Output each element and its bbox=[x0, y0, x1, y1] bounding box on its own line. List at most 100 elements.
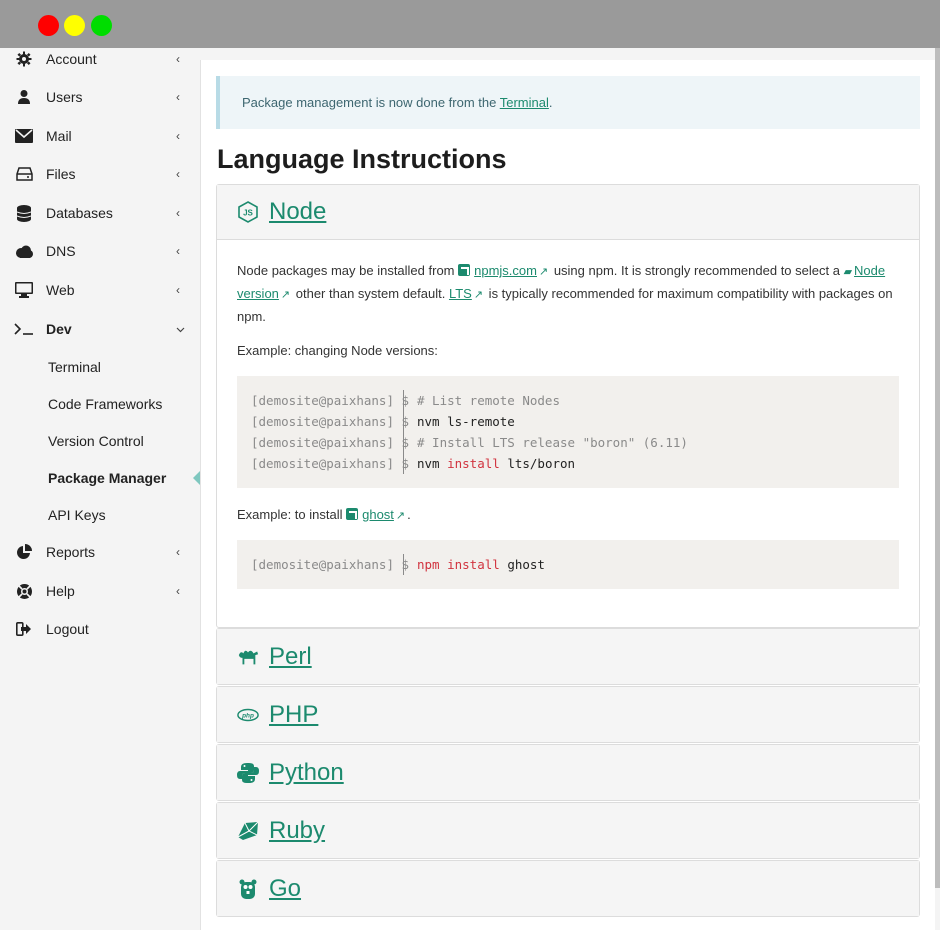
minimize-window-button[interactable] bbox=[64, 15, 85, 36]
code-prompt: [demosite@paixhans] $ bbox=[251, 414, 410, 429]
sidebar-item-label: Logout bbox=[46, 621, 89, 637]
sidebar-subitem-terminal[interactable]: Terminal bbox=[0, 350, 200, 384]
main-content: Package management is now done from the … bbox=[200, 60, 935, 930]
code-separator bbox=[403, 554, 404, 575]
panel-python: Python bbox=[216, 744, 920, 801]
code-line: nvm ls-remote bbox=[417, 414, 515, 429]
panel-python-title[interactable]: Python bbox=[269, 759, 344, 787]
maximize-window-button[interactable] bbox=[91, 15, 112, 36]
sidebar-item-reports[interactable]: Reports ‹ bbox=[0, 535, 200, 569]
terminal-icon bbox=[14, 319, 34, 339]
panel-go-title[interactable]: Go bbox=[269, 875, 301, 903]
code-commands: # List remote Nodes nvm ls-remote # Inst… bbox=[417, 390, 688, 474]
code-line: # List remote Nodes bbox=[417, 393, 560, 408]
chevron-left-icon: ‹ bbox=[176, 545, 180, 559]
database-icon bbox=[14, 203, 34, 223]
panel-ruby-header[interactable]: Ruby bbox=[217, 803, 919, 858]
code-prompt: [demosite@paixhans] $ bbox=[251, 557, 410, 572]
cloud-icon bbox=[14, 241, 34, 261]
chevron-left-icon: ‹ bbox=[176, 584, 180, 598]
panel-go-header[interactable]: Go bbox=[217, 861, 919, 916]
panel-node: JS Node Node packages may be installed f… bbox=[216, 184, 920, 628]
sidebar-item-web[interactable]: Web ‹ bbox=[0, 273, 200, 307]
panel-php-title[interactable]: PHP bbox=[269, 701, 318, 729]
sidebar-subitem-label: Package Manager bbox=[48, 470, 167, 486]
svg-text:php: php bbox=[241, 712, 254, 719]
code-prompt: [demosite@paixhans] $ bbox=[251, 393, 410, 408]
gem-icon bbox=[237, 820, 259, 842]
sidebar-item-account[interactable]: Account ‹ bbox=[0, 42, 200, 76]
panel-ruby-title[interactable]: Ruby bbox=[269, 817, 325, 845]
page-title: Language Instructions bbox=[217, 144, 507, 174]
chevron-left-icon: ‹ bbox=[176, 206, 180, 220]
sidebar: Account ‹ Users ‹ Mail ‹ Files ‹ Databas… bbox=[0, 48, 200, 930]
sidebar-item-label: Dev bbox=[46, 321, 72, 337]
chevron-left-icon: ‹ bbox=[176, 283, 180, 297]
monitor-icon bbox=[14, 280, 34, 300]
gear-icon bbox=[14, 49, 34, 69]
nodejs-icon: JS bbox=[237, 201, 259, 223]
sidebar-subitem-package-manager[interactable]: Package Manager bbox=[0, 461, 200, 495]
sidebar-item-users[interactable]: Users ‹ bbox=[0, 80, 200, 114]
chevron-left-icon: ‹ bbox=[176, 129, 180, 143]
external-link-icon: ↗ bbox=[280, 289, 291, 301]
code-commands: npm install ghost bbox=[417, 554, 545, 575]
sidebar-item-label: Account bbox=[46, 51, 97, 67]
envelope-icon bbox=[14, 126, 34, 146]
example-label: Example: to install ghost ↗. bbox=[237, 504, 411, 527]
panel-perl-title[interactable]: Perl bbox=[269, 643, 312, 671]
external-link-icon: ↗ bbox=[538, 266, 549, 278]
close-window-button[interactable] bbox=[38, 15, 59, 36]
sidebar-item-dev[interactable]: Dev bbox=[0, 312, 200, 346]
sidebar-item-help[interactable]: Help ‹ bbox=[0, 574, 200, 608]
sidebar-subitem-code-frameworks[interactable]: Code Frameworks bbox=[0, 387, 200, 421]
php-icon: php bbox=[237, 704, 259, 726]
code-prompts: [demosite@paixhans] $ [demosite@paixhans… bbox=[251, 390, 409, 474]
external-link-icon: ↗ bbox=[395, 510, 406, 522]
example-label: Example: changing Node versions: bbox=[237, 343, 438, 358]
sidebar-item-label: Web bbox=[46, 282, 75, 298]
code-block-install-ghost: [demosite@paixhans] $ npm install ghost bbox=[237, 540, 899, 589]
panel-go: Go bbox=[216, 860, 920, 917]
camel-icon bbox=[237, 646, 259, 668]
chevron-down-icon bbox=[176, 322, 185, 336]
code-separator bbox=[403, 390, 404, 474]
python-icon bbox=[237, 762, 259, 784]
chevron-left-icon: ‹ bbox=[176, 90, 180, 104]
sidebar-item-mail[interactable]: Mail ‹ bbox=[0, 119, 200, 153]
npmjs-link[interactable]: npmjs.com bbox=[474, 263, 537, 278]
sidebar-item-databases[interactable]: Databases ‹ bbox=[0, 196, 200, 230]
chevron-left-icon: ‹ bbox=[176, 52, 180, 66]
code-prompts: [demosite@paixhans] $ bbox=[251, 554, 409, 575]
sidebar-item-files[interactable]: Files ‹ bbox=[0, 157, 200, 191]
panel-perl-header[interactable]: Perl bbox=[217, 629, 919, 684]
alert-text: Package management is now done from the … bbox=[242, 95, 553, 110]
svg-text:JS: JS bbox=[243, 209, 253, 218]
sidebar-subitem-label: Version Control bbox=[48, 433, 144, 449]
sidebar-item-logout[interactable]: Logout bbox=[0, 612, 200, 646]
panel-ruby: Ruby bbox=[216, 802, 920, 859]
external-link-square-icon bbox=[346, 508, 359, 520]
pie-chart-icon bbox=[14, 542, 34, 562]
sidebar-item-dns[interactable]: DNS ‹ bbox=[0, 234, 200, 268]
book-icon: ▰ bbox=[843, 266, 853, 278]
sign-out-icon bbox=[14, 619, 34, 639]
lts-link[interactable]: LTS bbox=[449, 286, 472, 301]
terminal-link[interactable]: Terminal bbox=[500, 95, 549, 110]
panel-php-header[interactable]: php PHP bbox=[217, 687, 919, 742]
node-description: Node packages may be installed from npmj… bbox=[237, 263, 893, 324]
ghost-link[interactable]: ghost bbox=[362, 507, 394, 522]
sidebar-subitem-api-keys[interactable]: API Keys bbox=[0, 498, 200, 532]
sidebar-item-label: Files bbox=[46, 166, 76, 182]
code-block-node-versions: [demosite@paixhans] $ [demosite@paixhans… bbox=[237, 376, 899, 488]
scrollbar[interactable] bbox=[935, 48, 940, 888]
panel-python-header[interactable]: Python bbox=[217, 745, 919, 800]
active-indicator bbox=[193, 471, 200, 485]
panel-perl: Perl bbox=[216, 628, 920, 685]
sidebar-item-label: Users bbox=[46, 89, 83, 105]
sidebar-subitem-label: API Keys bbox=[48, 507, 106, 523]
panel-node-header[interactable]: JS Node bbox=[217, 185, 919, 240]
panel-node-title[interactable]: Node bbox=[269, 198, 326, 226]
sidebar-subitem-version-control[interactable]: Version Control bbox=[0, 424, 200, 458]
external-link-icon: ↗ bbox=[473, 289, 484, 301]
